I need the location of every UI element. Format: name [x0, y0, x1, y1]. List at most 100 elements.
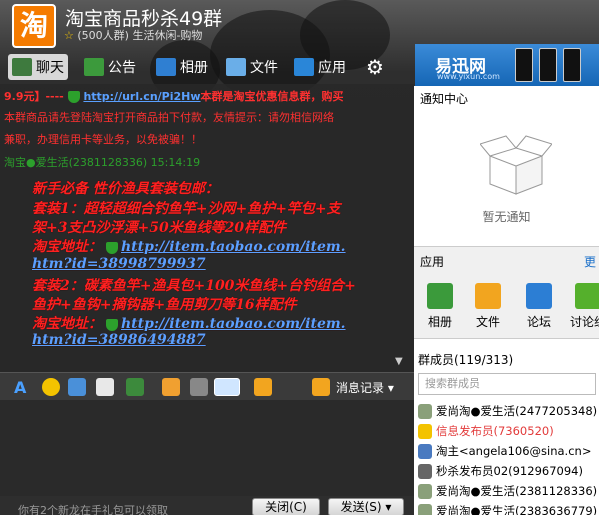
member-count: 群成员(119/313)	[418, 353, 514, 367]
font-icon[interactable]: A	[14, 378, 32, 397]
shield-icon	[105, 319, 118, 331]
avatar	[418, 503, 432, 515]
message-address: 淘宝地址： http://item.taobao.com/item.	[32, 313, 346, 333]
group-category: (500人群) 生活休闲-购物	[77, 29, 203, 42]
app-label: 讨论组	[569, 315, 599, 329]
message-address: 淘宝地址： http://item.taobao.com/item.	[32, 236, 346, 256]
message-text: 套装1：超轻超细合钓鱼竿+沙网+鱼护+竿包+支	[32, 201, 341, 217]
group-logo-text: 淘	[19, 9, 48, 42]
gear-icon: ⚙	[366, 55, 384, 79]
tab-announcement-label: 公告	[108, 60, 136, 76]
note-icon[interactable]	[162, 378, 180, 396]
product-link[interactable]: http://item.taobao.com/item.	[121, 239, 346, 255]
video-icon[interactable]	[214, 378, 240, 396]
chat-link[interactable]: http://url.cn/Pi2	[83, 90, 181, 103]
message-history-button[interactable]: 消息记录 ▾	[336, 379, 394, 396]
member-item[interactable]: 秒杀发布员02(912967094)	[418, 461, 583, 481]
tab-apps-label: 应用	[318, 60, 346, 76]
empty-box-icon	[480, 135, 552, 195]
star-icon: ☆	[64, 29, 74, 42]
shield-icon	[67, 91, 80, 103]
member-name: 爱尚淘●爱生活(2383636779)	[436, 504, 598, 515]
input-toolbar: A 消息记录 ▾	[0, 372, 414, 400]
image-icon[interactable]	[126, 378, 144, 396]
apps-more-link[interactable]: 更	[584, 253, 596, 270]
send-button-label: 发送(S)	[340, 500, 382, 514]
close-button[interactable]: 关闭(C)	[252, 498, 320, 515]
member-name: 爱尚淘●爱生活(2381128336)	[436, 484, 598, 498]
avatar	[418, 463, 432, 479]
member-item[interactable]: 爱尚淘●爱生活(2381128336)	[418, 481, 597, 501]
chat-text: 本群是淘宝优惠信息群，购买	[200, 90, 344, 103]
chat-line: 兼职，办理信用卡等业务，以免被骗！！	[4, 133, 202, 146]
right-panel: 通知中心 暂无通知 应用 更 相册 文件 论坛 讨论组 群成员(119/313)…	[414, 86, 599, 515]
message-input[interactable]	[0, 400, 414, 496]
tab-files-label: 文件	[250, 60, 278, 76]
product-link[interactable]: htm?id=38986494887	[32, 332, 206, 348]
settings-button[interactable]: ⚙	[366, 54, 384, 80]
announcement-icon	[84, 58, 104, 76]
member-name: 爱尚淘●爱生活(2477205348)	[436, 404, 598, 418]
message-title: 新手必备 性价渔具套装包邮：	[32, 181, 219, 197]
phone-image	[539, 48, 557, 82]
app-files[interactable]: 文件	[468, 283, 508, 330]
main-tabs: 聊天 公告 相册 文件 应用 ⚙	[0, 50, 414, 84]
tab-files[interactable]: 文件	[226, 54, 278, 80]
forum-icon	[526, 283, 552, 309]
ad-banner[interactable]: 易迅网 www.yixun.com	[415, 44, 599, 86]
address-label: 淘宝地址：	[32, 316, 102, 332]
apps-title: 应用	[420, 255, 445, 269]
album-icon	[156, 58, 176, 76]
member-item[interactable]: 淘主<angela106@sina.cn>	[418, 441, 591, 461]
chat-history[interactable]: 9.9元】---- http://url.cn/Pi2Hw本群是淘宝优惠信息群，…	[0, 84, 414, 372]
ad-url: www.yixun.com	[437, 72, 500, 81]
avatar	[418, 403, 432, 419]
member-list: 群成员(119/313) 搜索群成员 爱尚淘●爱生活(2477205348) 信…	[414, 338, 599, 515]
tab-announcement[interactable]: 公告	[84, 54, 136, 80]
bottom-bar: 你有2个新龙在手礼包可以领取 关闭(C) 发送(S) ▾	[0, 496, 414, 515]
group-logo[interactable]: 淘	[12, 4, 56, 48]
send-button[interactable]: 发送(S) ▾	[328, 498, 404, 515]
history-icon	[312, 378, 330, 396]
avatar	[418, 483, 432, 499]
tab-album[interactable]: 相册	[156, 54, 208, 80]
message-text: 鱼护+鱼钩+摘钩器+鱼用剪刀等16样配件	[32, 297, 297, 313]
app-forum[interactable]: 论坛	[519, 283, 559, 330]
message-history-label: 消息记录	[336, 381, 385, 395]
chat-line: 本群商品请先登陆淘宝打开商品拍下付款，友情提示：请勿相信网络	[4, 111, 334, 124]
gift-icon[interactable]	[254, 378, 272, 396]
member-item[interactable]: 信息发布员(7360520)	[418, 421, 554, 441]
member-item[interactable]: 爱尚淘●爱生活(2477205348)	[418, 401, 597, 421]
tab-album-label: 相册	[180, 60, 208, 76]
app-discussion[interactable]: 讨论组	[566, 283, 599, 330]
album-icon	[427, 283, 453, 309]
folder-icon	[475, 283, 501, 309]
app-album[interactable]: 相册	[420, 283, 460, 330]
notice-center-title: 通知中心	[420, 92, 469, 106]
product-link[interactable]: htm?id=38998799937	[32, 256, 206, 272]
member-search-input[interactable]: 搜索群成员	[418, 373, 596, 395]
more-icon[interactable]	[190, 378, 208, 396]
app-label: 论坛	[526, 315, 551, 329]
message-text: 架+3支凸沙浮漂+50米鱼线等20样配件	[32, 220, 287, 236]
ship-icon[interactable]	[68, 378, 86, 396]
tab-apps[interactable]: 应用	[294, 54, 346, 80]
member-item[interactable]: 爱尚淘●爱生活(2383636779)	[418, 501, 597, 515]
product-link[interactable]: http://item.taobao.com/item.	[121, 316, 346, 332]
folder-icon	[226, 58, 246, 76]
emoji-icon[interactable]	[42, 378, 60, 396]
chat-link-tail[interactable]: Hw	[181, 90, 200, 103]
chat-icon	[12, 58, 32, 76]
app-label: 相册	[427, 315, 452, 329]
message-text: 套装2：碳素鱼竿+渔具包+100米鱼线+台钓组合+	[32, 278, 356, 294]
apps-icon	[294, 58, 314, 76]
tab-chat[interactable]: 聊天	[8, 54, 68, 80]
chat-line: 9.9元】---- http://url.cn/Pi2Hw本群是淘宝优惠信息群，…	[4, 88, 344, 104]
shield-icon	[105, 242, 118, 254]
chevron-down-icon[interactable]: ▼	[395, 356, 403, 367]
gift-notice[interactable]: 你有2个新龙在手礼包可以领取	[18, 502, 168, 515]
phone-image	[515, 48, 533, 82]
tab-chat-label: 聊天	[36, 60, 64, 76]
sender-line: 淘宝●爱生活(2381128336) 15:14:19	[4, 156, 201, 169]
screenshot-icon[interactable]	[96, 378, 114, 396]
